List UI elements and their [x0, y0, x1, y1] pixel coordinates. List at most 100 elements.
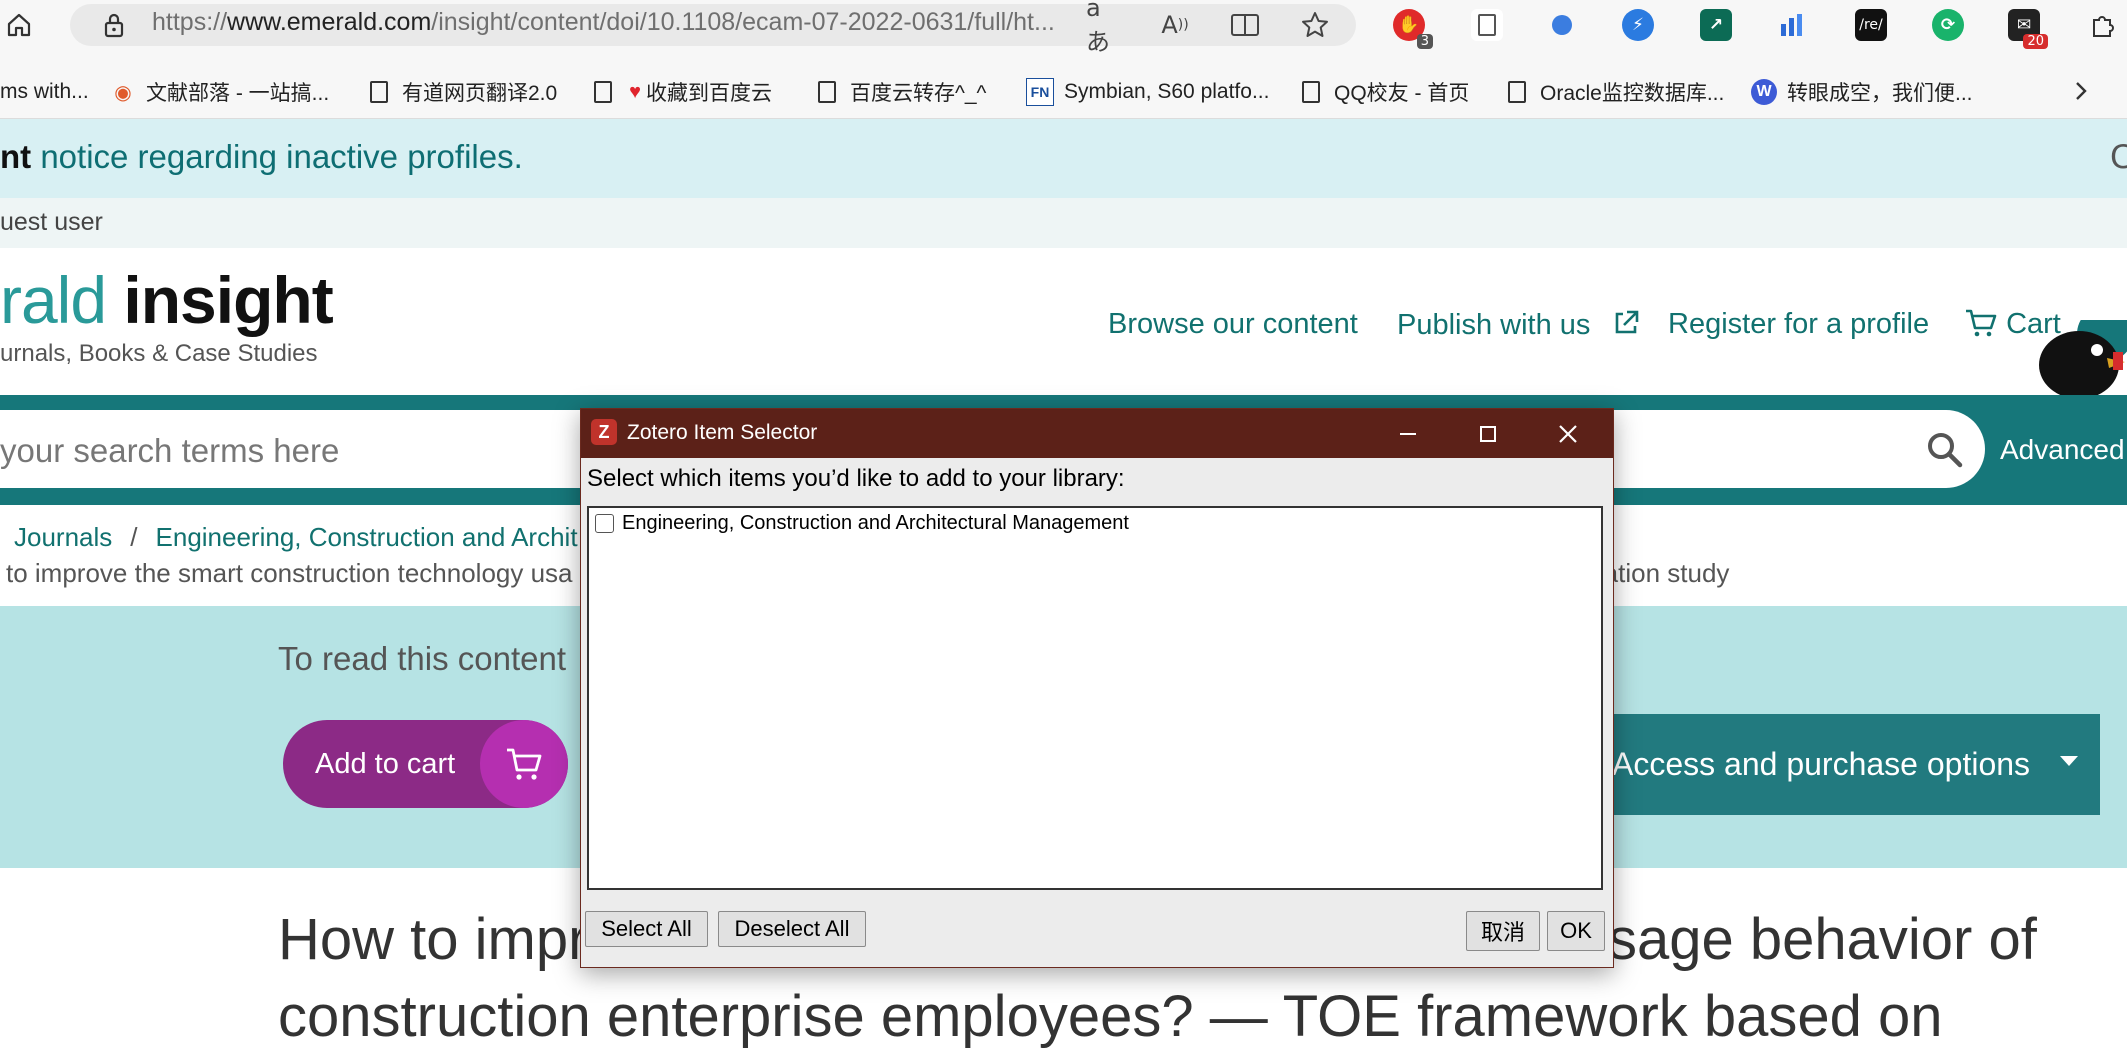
- maximize-icon[interactable]: [1471, 417, 1505, 451]
- adblock-extension-icon[interactable]: ✋ 3: [1393, 9, 1433, 49]
- add-to-cart-button[interactable]: Add to cart: [283, 720, 568, 808]
- nav-browse-link[interactable]: Browse our content: [1108, 308, 1358, 341]
- notice-bold: nt: [0, 138, 32, 175]
- chevron-right-icon[interactable]: [2064, 74, 2098, 108]
- logo-subtitle: urnals, Books & Case Studies: [0, 340, 318, 367]
- bookmark-item[interactable]: ♥ 收藏到百度云: [590, 72, 772, 112]
- cancel-button[interactable]: 取消: [1466, 911, 1540, 951]
- notice-close-button[interactable]: C: [2110, 138, 2127, 176]
- bookmark-label: QQ校友 - 首页: [1334, 82, 1470, 105]
- page-icon: [814, 79, 840, 105]
- url-text[interactable]: https://www.emerald.com/insight/content/…: [152, 8, 1055, 37]
- bookmark-label: 收藏到百度云: [646, 82, 772, 105]
- extensions-puzzle-icon[interactable]: [2086, 8, 2120, 42]
- bookmark-item[interactable]: QQ校友 - 首页: [1298, 72, 1469, 112]
- bookmark-item[interactable]: W 转眼成空，我们便...: [1751, 72, 1973, 112]
- notice-link[interactable]: notice regarding inactive profiles.: [31, 138, 522, 175]
- spiral-icon: ◉: [114, 81, 132, 104]
- page-icon: [1298, 79, 1324, 105]
- url-prefix: https://: [152, 8, 228, 36]
- extension-badge: 3: [1416, 34, 1433, 49]
- nav-register-link[interactable]: Register for a profile: [1668, 308, 1929, 341]
- page-icon: [1504, 79, 1530, 105]
- bookmark-label: 转眼成空，我们便...: [1787, 82, 1973, 105]
- fn-icon: FN: [1026, 78, 1054, 106]
- heart-icon: ♥: [629, 80, 641, 103]
- ok-button[interactable]: OK: [1547, 911, 1605, 951]
- minimize-icon[interactable]: [1391, 417, 1425, 451]
- bolt-extension-icon[interactable]: ⚡: [1622, 9, 1654, 41]
- read-aloud-icon[interactable]: A)): [1158, 8, 1192, 42]
- nav-publish-label: Publish with us: [1397, 309, 1591, 341]
- article-title-line1-left: How to impr: [278, 907, 588, 972]
- bookmark-label: 百度云转存^_^: [850, 82, 987, 105]
- read-prompt: To read this content: [278, 640, 567, 677]
- bookmark-item[interactable]: 有道网页翻译2.0: [366, 72, 557, 112]
- url-path: /insight/content/doi/10.1108/ecam-07-202…: [431, 8, 1055, 36]
- breadcrumb-article-title-end: ration study: [1595, 558, 1730, 588]
- article-title-line1-right: sage behavior of: [1608, 907, 2037, 972]
- deselect-all-button[interactable]: Deselect All: [718, 911, 866, 947]
- close-icon[interactable]: [1551, 417, 1585, 451]
- bookmark-item[interactable]: Oracle监控数据库...: [1504, 72, 1724, 112]
- immersive-reader-icon[interactable]: [1228, 8, 1262, 42]
- user-status: uest user: [0, 208, 103, 236]
- breadcrumb-article-title: to improve the smart construction techno…: [6, 558, 573, 588]
- breadcrumb: Journals / Engineering, Construction and A…: [0, 522, 578, 553]
- mail-extension-icon[interactable]: ✉ 20: [2008, 9, 2048, 49]
- chevron-down-icon: [2060, 756, 2078, 766]
- dialog-prompt: Select which items you’d like to add to …: [587, 465, 1125, 492]
- avatar[interactable]: [2035, 306, 2127, 400]
- bookmark-label: 有道网页翻译2.0: [402, 82, 558, 105]
- breadcrumb-journals[interactable]: Journals: [14, 522, 112, 552]
- zotero-item-selector-dialog: Z Zotero Item Selector Select which item…: [580, 408, 1614, 968]
- nav-publish-link[interactable]: Publish with us: [1397, 308, 1641, 342]
- add-to-cart-label: Add to cart: [315, 747, 456, 780]
- item-label: Engineering, Construction and Architectu…: [622, 512, 1129, 534]
- regex-extension-label: /re/: [1859, 17, 1883, 33]
- user-bar: [0, 198, 2127, 248]
- breadcrumb-journal[interactable]: Engineering, Construction and Archit: [156, 522, 578, 552]
- url-domain: www.emerald.com: [227, 8, 432, 36]
- cart-icon: [1966, 309, 1997, 337]
- item-list[interactable]: Engineering, Construction and Architectu…: [587, 506, 1603, 890]
- list-item[interactable]: Engineering, Construction and Architectu…: [595, 512, 1129, 535]
- lock-icon[interactable]: [97, 8, 131, 42]
- regex-extension-icon[interactable]: /re/: [1855, 9, 1887, 41]
- bookmark-item[interactable]: 百度云转存^_^: [814, 72, 986, 112]
- bookmark-item[interactable]: FN Symbian, S60 platfo...: [1026, 72, 1269, 112]
- logo-part1: rald: [0, 263, 107, 337]
- item-checkbox[interactable]: [595, 514, 614, 533]
- translate-icon[interactable]: aあ: [1086, 0, 1120, 56]
- bookmark-label: 文献部落 - 一站搞...: [146, 82, 330, 105]
- external-link-icon: [1615, 310, 1638, 334]
- extension-badge: 20: [2023, 34, 2048, 49]
- wordpress-icon: W: [1751, 79, 1777, 105]
- search-icon[interactable]: [1925, 430, 1965, 470]
- zotero-logo-icon: Z: [591, 419, 617, 445]
- article-title-line2: construction enterprise employees? — TOE…: [278, 984, 1943, 1049]
- access-purchase-options-button[interactable]: Access and purchase options: [1600, 714, 2100, 815]
- bookmark-item[interactable]: ◉ 文献部落 - 一站搞...: [110, 72, 329, 112]
- bookmark-label: ms with...: [0, 80, 89, 103]
- dialog-title: Zotero Item Selector: [627, 421, 818, 444]
- breadcrumb-separator: /: [130, 522, 138, 552]
- favorite-star-icon[interactable]: [1298, 8, 1332, 42]
- select-all-button[interactable]: Select All: [585, 911, 708, 947]
- route-extension-icon[interactable]: ↗: [1700, 9, 1732, 41]
- site-logo[interactable]: rald insight: [0, 262, 334, 338]
- notice-text: nt notice regarding inactive profiles.: [0, 138, 523, 176]
- search-placeholder: your search terms here: [0, 432, 340, 469]
- home-icon[interactable]: [2, 8, 36, 42]
- bookmark-item[interactable]: ms with...: [0, 72, 89, 112]
- chart-extension-icon[interactable]: [1777, 9, 1809, 41]
- search-extension-icon[interactable]: [1546, 9, 1578, 41]
- bookmark-label: Oracle监控数据库...: [1540, 82, 1725, 105]
- page-icon: [590, 79, 616, 105]
- cart-icon: [480, 720, 568, 808]
- document-extension-icon[interactable]: [1471, 9, 1503, 41]
- sync-extension-icon[interactable]: ⟳: [1932, 9, 1964, 41]
- bookmark-label: Symbian, S60 platfo...: [1064, 80, 1270, 103]
- page-icon: [366, 79, 392, 105]
- advanced-search-link[interactable]: Advanced s: [2000, 434, 2127, 466]
